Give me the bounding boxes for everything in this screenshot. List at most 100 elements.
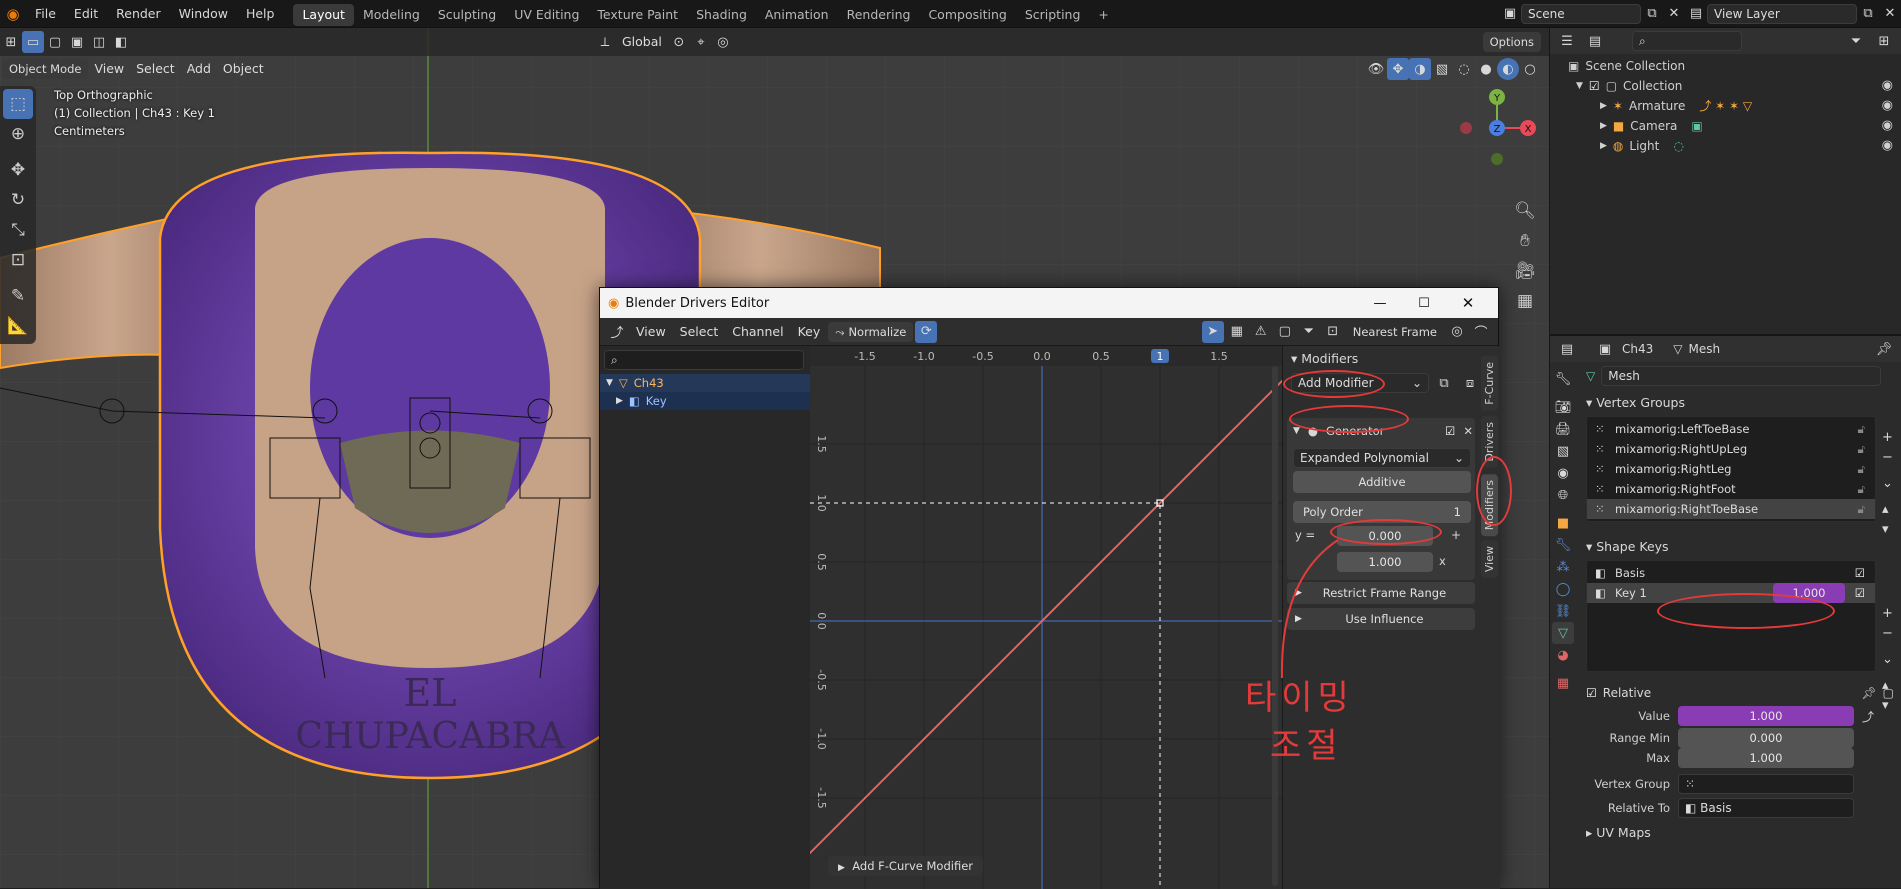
minimize-icon[interactable]: — xyxy=(1358,296,1402,311)
range-min-field[interactable]: 0.000 xyxy=(1678,728,1854,748)
expand-arrow-icon[interactable]: ▶ xyxy=(1600,96,1607,116)
outliner-item-light[interactable]: ▶ ◍ Light ◌ ◉ xyxy=(1568,136,1901,156)
xray-toggle-icon[interactable]: ▧ xyxy=(1431,58,1453,80)
workspace-tab-rendering[interactable]: Rendering xyxy=(838,4,920,26)
material-shading-icon[interactable]: ◐ xyxy=(1497,58,1519,80)
view-layer-selector[interactable]: View Layer xyxy=(1707,3,1857,24)
physics-tab-icon[interactable]: ◯ xyxy=(1552,578,1574,600)
workspace-tab-animation[interactable]: Animation xyxy=(756,4,838,26)
move-up-icon[interactable]: ▴ xyxy=(1882,676,1896,696)
viewport-menu-view[interactable]: View xyxy=(88,58,130,80)
shape-key-pin-icon[interactable]: 📌︎ xyxy=(1861,686,1876,700)
expand-arrow-icon[interactable]: ▼ xyxy=(606,378,613,388)
vertex-group-item[interactable]: ⁙ mixamorig:RightUpLeg 🔓︎ xyxy=(1587,439,1875,459)
outliner-item-collection[interactable]: ▼ ☑ ▢ Collection ◉ xyxy=(1568,76,1901,96)
new-view-layer-icon[interactable]: ⧉ xyxy=(1857,3,1879,25)
add-workspace-button[interactable]: + xyxy=(1089,4,1117,26)
pin-icon[interactable]: 📌︎ xyxy=(1873,338,1895,360)
object-mode-dropdown[interactable]: Object Mode xyxy=(2,59,89,79)
move-down-icon[interactable]: ▾ xyxy=(1882,520,1896,540)
remove-shape-key-button[interactable]: − xyxy=(1882,624,1896,644)
solid-shading-icon[interactable]: ● xyxy=(1475,58,1497,80)
light-data-icon[interactable]: ◌ xyxy=(1673,136,1683,156)
drivers-menu-channel[interactable]: Channel xyxy=(726,321,789,343)
select-intersect-icon[interactable]: ◧ xyxy=(110,31,132,53)
workspace-tab-scripting[interactable]: Scripting xyxy=(1016,4,1090,26)
interpolation-dropdown[interactable]: Nearest Frame xyxy=(1345,321,1444,342)
render-tab-icon[interactable]: 📷︎ xyxy=(1552,396,1574,418)
rotate-tool-icon[interactable]: ↻ xyxy=(3,185,33,215)
vertex-group-item[interactable]: ⁙ mixamorig:RightFoot 🔓︎ xyxy=(1587,479,1875,499)
blender-logo-icon[interactable]: ◉ xyxy=(0,3,26,25)
eye-icon[interactable]: ◉ xyxy=(1882,116,1893,136)
proportional-editing-icon[interactable]: ◎ xyxy=(712,31,734,53)
modifiers-tab-icon[interactable]: 🔧︎ xyxy=(1552,534,1574,556)
workspace-tab-sculpting[interactable]: Sculpting xyxy=(429,4,505,26)
mute-checkbox-icon[interactable]: ☑ xyxy=(1445,424,1455,438)
vertex-group-item[interactable]: ⁙ mixamorig:RightToeBase 🔓︎ xyxy=(1587,499,1875,519)
transform-orientation-dropdown[interactable]: Global xyxy=(616,31,668,53)
menu-render[interactable]: Render xyxy=(107,0,170,28)
add-shape-key-button[interactable]: + xyxy=(1882,604,1896,624)
expand-arrow-icon[interactable]: ▶ xyxy=(1600,116,1607,136)
view-layer-tab-icon[interactable]: ▧ xyxy=(1552,440,1574,462)
expand-arrow-icon[interactable]: ▶ xyxy=(1600,136,1607,156)
pivot-point-icon[interactable]: ▢ xyxy=(1274,321,1296,343)
drivers-menu-view[interactable]: View xyxy=(630,321,672,343)
maximize-icon[interactable]: ☐ xyxy=(1402,296,1446,311)
remove-vertex-group-button[interactable]: − xyxy=(1882,448,1896,468)
drivers-menu-select[interactable]: Select xyxy=(674,321,725,343)
shape-key-value-slider[interactable]: 1.000 xyxy=(1678,706,1854,726)
menu-edit[interactable]: Edit xyxy=(65,0,107,28)
outliner-filter-icon[interactable]: ⏷ xyxy=(1845,30,1867,52)
uv-maps-panel-header[interactable]: ▸ UV Maps xyxy=(1586,820,1894,846)
modifiers-panel-header[interactable]: ▾ Modifiers xyxy=(1283,346,1500,372)
ortho-grid-icon[interactable]: ▦ xyxy=(1510,286,1540,316)
falloff-icon[interactable]: ⌒ xyxy=(1470,321,1492,343)
new-collection-icon[interactable]: ⊞ xyxy=(1873,30,1895,52)
copy-modifiers-icon[interactable]: ⧉ xyxy=(1433,372,1455,394)
snap-icon[interactable]: ⌖ xyxy=(690,31,712,53)
lock-icon[interactable]: 🔓︎ xyxy=(1858,439,1865,459)
additive-toggle[interactable]: Additive xyxy=(1293,471,1471,493)
wireframe-shading-icon[interactable]: ◌ xyxy=(1453,58,1475,80)
new-scene-icon[interactable]: ⧉ xyxy=(1641,3,1663,25)
shape-keys-panel-header[interactable]: ▾ Shape Keys xyxy=(1586,534,1894,560)
overlays-toggle-icon[interactable]: ◑ xyxy=(1409,58,1431,80)
vertex-groups-panel-header[interactable]: ▾ Vertex Groups xyxy=(1586,390,1894,416)
measure-tool-icon[interactable]: 📐 xyxy=(3,311,33,341)
lock-icon[interactable]: 🔓︎ xyxy=(1858,499,1865,519)
gizmo-toggle-icon[interactable]: ✥ xyxy=(1387,58,1409,80)
vertex-group-specials-icon[interactable]: ⌄ xyxy=(1882,474,1896,494)
output-tab-icon[interactable]: 🖨︎ xyxy=(1552,418,1574,440)
pivot-icon[interactable]: ⊙ xyxy=(668,31,690,53)
shape-key-item[interactable]: ◧ Basis ☑ xyxy=(1587,563,1875,583)
auto-snap-icon[interactable]: ⊡ xyxy=(1322,321,1344,343)
camera-view-icon[interactable]: 🎥︎ xyxy=(1510,256,1540,286)
pan-hand-icon[interactable]: ✋︎ xyxy=(1510,226,1540,256)
move-down-icon[interactable]: ▾ xyxy=(1882,696,1896,716)
scene-selector[interactable]: Scene xyxy=(1521,3,1641,24)
normalize-toggle[interactable]: ⤳ Normalize xyxy=(828,321,914,342)
workspace-tab-shading[interactable]: Shading xyxy=(687,4,756,26)
driver-icon[interactable]: ⤴ xyxy=(1862,708,1874,725)
select-subtract-icon[interactable]: ◫ xyxy=(88,31,110,53)
expand-arrow-icon[interactable]: ▶ xyxy=(616,396,623,406)
eye-icon[interactable]: ◉ xyxy=(1882,136,1893,156)
graph-canvas[interactable]: -1.5 -1.0 -0.5 0.0 0.5 1 1.51.51.00.50.0-0.5-1… xyxy=(810,346,1282,889)
add-vertex-group-button[interactable]: + xyxy=(1882,428,1896,448)
filter-icon[interactable]: ⏷ xyxy=(1298,321,1320,343)
navigation-gizmo[interactable]: Y Z X xyxy=(1452,83,1542,173)
particles-tab-icon[interactable]: ⁂ xyxy=(1552,556,1574,578)
only-errors-icon[interactable]: ⚠ xyxy=(1250,321,1272,343)
camera-data-icon[interactable]: ▣ xyxy=(1691,116,1702,136)
workspace-tab-compositing[interactable]: Compositing xyxy=(919,4,1015,26)
scale-tool-icon[interactable]: ⤡ xyxy=(3,215,33,245)
move-up-icon[interactable]: ▴ xyxy=(1882,500,1896,520)
outliner-search-input[interactable]: ⌕ xyxy=(1632,31,1742,51)
outliner-editor-icon[interactable]: ☰ xyxy=(1556,30,1578,52)
texture-tab-icon[interactable]: ▦ xyxy=(1552,672,1574,694)
vertex-group-item[interactable]: ⁙ mixamorig:LeftToeBase 🔓︎ xyxy=(1587,419,1875,439)
paste-modifiers-icon[interactable]: ⧈ xyxy=(1459,372,1481,394)
tab-view[interactable]: View xyxy=(1481,540,1498,579)
